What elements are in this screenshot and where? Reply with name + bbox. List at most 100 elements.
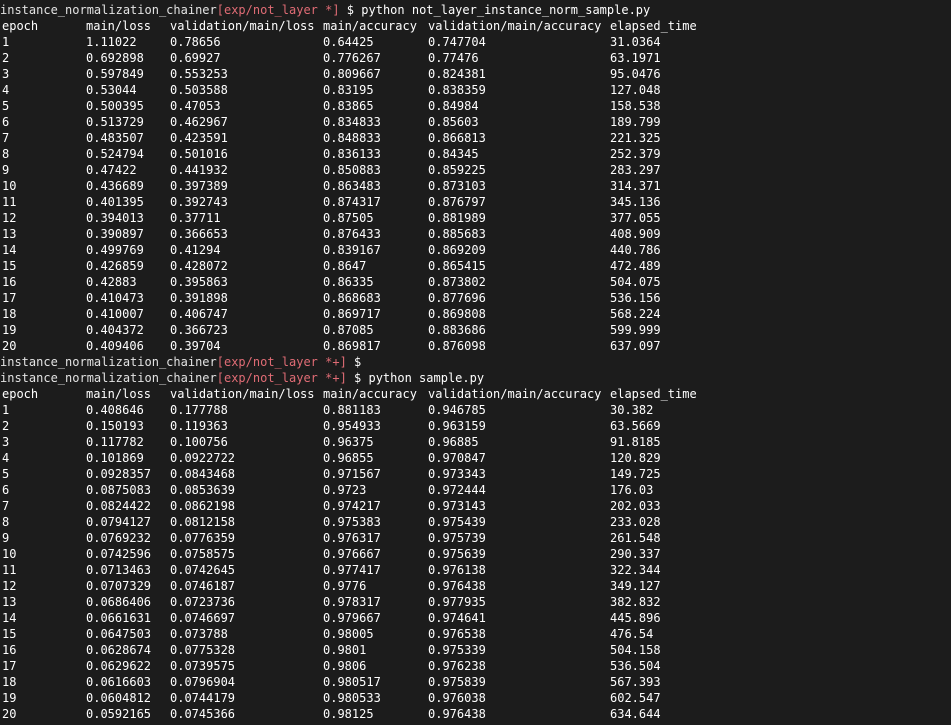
table-cell: 0.874317 (323, 195, 381, 209)
table-cell: 95.0476 (610, 67, 661, 81)
git-branch-status: [exp/not_layer *] (216, 3, 340, 17)
table-cell: 0.0758575 (170, 547, 236, 561)
table-cell: 0.850883 (323, 163, 381, 177)
prompt-symbol: $ (346, 371, 369, 385)
table-cell: 2 (2, 51, 10, 65)
table-cell: 233.028 (610, 515, 661, 529)
table-row: 19 0.0604812 0.0744179 0.980533 0.976038 602.… (0, 690, 951, 706)
table-cell: 4 (2, 451, 10, 465)
table-cell: 0.975339 (428, 643, 486, 657)
table-cell: 20 (2, 707, 17, 721)
table-cell: 0.881183 (323, 403, 381, 417)
column-header: main/loss (86, 387, 152, 401)
table-cell: 17 (2, 291, 17, 305)
table-cell: 0.0746697 (170, 611, 236, 625)
table-cell: 16 (2, 643, 17, 657)
table-cell: 0.410473 (86, 291, 144, 305)
table-cell: 0.0928357 (86, 467, 152, 481)
table-cell: 0.101869 (86, 451, 144, 465)
table-cell: 0.976317 (323, 531, 381, 545)
table-cell: 602.547 (610, 691, 661, 705)
table-cell: 0.406747 (170, 307, 228, 321)
table-cell: 0.64425 (323, 35, 374, 49)
table-cell: 0.979667 (323, 611, 381, 625)
table-cell: 0.883686 (428, 323, 486, 337)
table-cell: 11 (2, 195, 17, 209)
table-row: 13 0.0686406 0.0723736 0.978317 0.977935 382.… (0, 594, 951, 610)
column-header: validation/main/loss (170, 387, 315, 401)
table-cell: 0.404372 (86, 323, 144, 337)
table-cell: 377.055 (610, 211, 661, 225)
table-cell: 4 (2, 83, 10, 97)
table-cell: 0.976238 (428, 659, 486, 673)
table-cell: 0.8647 (323, 259, 367, 273)
table-cell: 0.0794127 (86, 515, 152, 529)
table-cell: 0.84345 (428, 147, 479, 161)
table-row: 19 0.404372 0.366723 0.87085 0.883686 599.999 (0, 322, 951, 338)
table-cell: 3 (2, 67, 10, 81)
table-cell: 0.395863 (170, 275, 228, 289)
table-cell: 63.5669 (610, 419, 661, 433)
table-header: epoch main/loss validation/main/loss main/a… (0, 386, 951, 402)
table-cell: 0.0723736 (170, 595, 236, 609)
column-header: elapsed_time (610, 19, 697, 33)
table-cell: 382.832 (610, 595, 661, 609)
table-cell: 314.371 (610, 179, 661, 193)
table-cell: 0.500395 (86, 99, 144, 113)
table-cell: 0.877696 (428, 291, 486, 305)
table-cell: 0.970847 (428, 451, 486, 465)
prompt-path: instance_normalization_chainer (0, 371, 217, 385)
table-cell: 0.501016 (170, 147, 228, 161)
table-cell: 0.9723 (323, 483, 367, 497)
table-cell: 18 (2, 675, 17, 689)
table-cell: 0.39704 (170, 339, 221, 353)
table-row: 7 0.0824422 0.0862198 0.974217 0.973143 202.0… (0, 498, 951, 514)
table-cell: 0.0629622 (86, 659, 152, 673)
table-cell: 0.87085 (323, 323, 374, 337)
table-cell: 9 (2, 531, 10, 545)
table-cell: 0.978317 (323, 595, 381, 609)
command-text: python sample.py (368, 371, 485, 385)
table-cell: 8 (2, 515, 10, 529)
table-cell: 0.42883 (86, 275, 137, 289)
table-cell: 0.976438 (428, 707, 486, 721)
table-cell: 0.0713463 (86, 563, 152, 577)
table-row: 18 0.0616603 0.0796904 0.980517 0.975839 567.… (0, 674, 951, 690)
table-cell: 0.868683 (323, 291, 381, 305)
table-cell: 0.865415 (428, 259, 486, 273)
table-cell: 0.0604812 (86, 691, 152, 705)
table-cell: 176.03 (610, 483, 654, 497)
prompt-path: instance_normalization_chainer (0, 355, 217, 369)
table-cell: 0.513729 (86, 115, 144, 129)
table-cell: 0.499769 (86, 243, 144, 257)
table-cell: 6 (2, 115, 10, 129)
table-cell: 63.1971 (610, 51, 661, 65)
table-cell: 476.54 (610, 627, 654, 641)
table-cell: 0.954933 (323, 419, 381, 433)
column-header: validation/main/loss (170, 19, 315, 33)
table-cell: 19 (2, 323, 17, 337)
table-cell: 5 (2, 99, 10, 113)
table-cell: 3 (2, 435, 10, 449)
table-cell: 15 (2, 627, 17, 641)
table-cell: 472.489 (610, 259, 661, 273)
table-cell: 0.973143 (428, 499, 486, 513)
table-cell: 0.391898 (170, 291, 228, 305)
table-cell: 0.975439 (428, 515, 486, 529)
table-row: 1 0.408646 0.177788 0.881183 0.946785 30.382 (0, 402, 951, 418)
table-cell: 0.597849 (86, 67, 144, 81)
table-cell: 0.47422 (86, 163, 137, 177)
table-cell: 290.337 (610, 547, 661, 561)
table-cell: 0.881989 (428, 211, 486, 225)
table-cell: 0.869209 (428, 243, 486, 257)
table-cell: 0.776267 (323, 51, 381, 65)
terminal-window[interactable]: instance_normalization_chainer [exp/not_l… (0, 0, 951, 725)
table-cell: 408.909 (610, 227, 661, 241)
table-cell: 0.0769232 (86, 531, 152, 545)
table-cell: 8 (2, 147, 10, 161)
table-cell: 0.885683 (428, 227, 486, 241)
table-cell: 0.836133 (323, 147, 381, 161)
table-cell: 0.692898 (86, 51, 144, 65)
table-cell: 0.78656 (170, 35, 221, 49)
table-cell: 0.963159 (428, 419, 486, 433)
